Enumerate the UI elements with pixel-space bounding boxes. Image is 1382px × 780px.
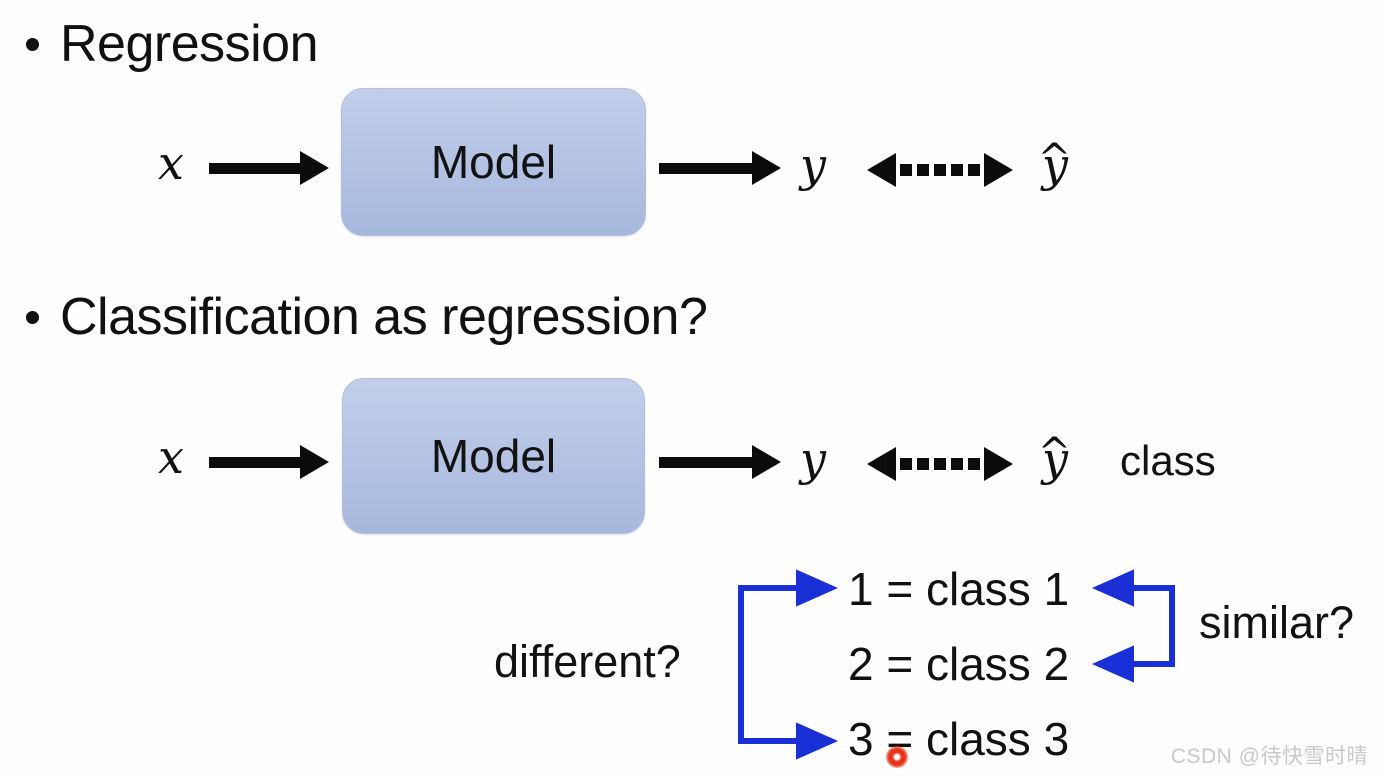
bullet-classification: Classification as regression?	[26, 288, 708, 346]
class-mapping-item: 2 = class 2	[848, 638, 1070, 690]
bullet-regression-label: Regression	[60, 15, 319, 73]
bracket-different	[738, 569, 838, 760]
model-box-classification: Model	[342, 378, 645, 534]
hat-accent-icon: ^	[1037, 136, 1072, 182]
output-symbol-y-classification: y	[800, 432, 826, 486]
bullet-dot-icon	[26, 38, 39, 51]
bullet-dot-icon	[26, 311, 39, 324]
cursor-highlight-icon	[886, 746, 908, 768]
watermark-label: CSDN @待快雪时晴	[1170, 745, 1368, 768]
slide-canvas: Regression x Model y ^ y Classification …	[0, 0, 1382, 780]
hat-accent-icon: ^	[1037, 430, 1072, 476]
similar-question-label: similar?	[1199, 597, 1355, 648]
class-annotation-label: class	[1120, 437, 1216, 484]
class-mapping-item: 3 = class 3	[848, 713, 1070, 765]
input-symbol-x-regression: x	[158, 136, 184, 190]
class-mapping-item: 1 = class 1	[848, 563, 1070, 615]
different-question-label: different?	[494, 636, 681, 687]
bullet-classification-label: Classification as regression?	[60, 288, 708, 346]
bullet-regression: Regression	[26, 15, 319, 73]
output-symbol-y-regression: y	[800, 138, 826, 192]
target-symbol-yhat-classification: ^ y	[1038, 433, 1072, 482]
bracket-similar	[1092, 569, 1175, 683]
bracket-layer	[738, 569, 1175, 760]
model-box-label: Model	[430, 430, 557, 482]
model-box-label: Model	[430, 136, 557, 188]
model-box-regression: Model	[341, 88, 646, 236]
input-symbol-x-classification: x	[158, 430, 184, 484]
target-symbol-yhat-regression: ^ y	[1038, 139, 1072, 188]
